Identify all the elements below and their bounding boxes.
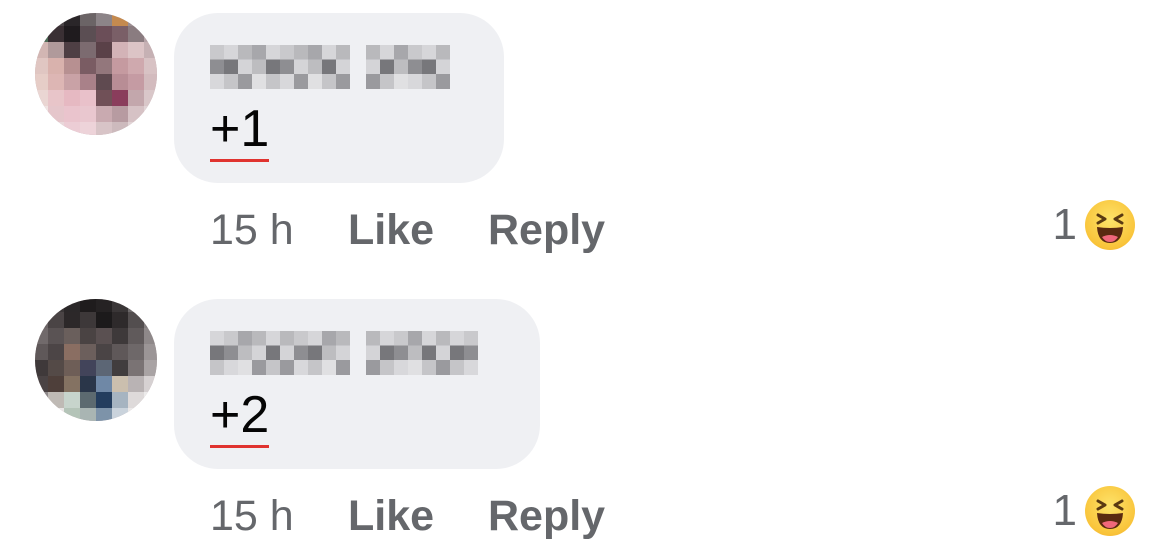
reaction-summary[interactable]: 1 [1053,484,1135,538]
reaction-summary[interactable]: 1 [1053,198,1135,252]
comment-text: +1 [210,99,270,162]
comment: +1 15 h Like Reply 1 [0,0,1170,260]
comment-text: +2 [210,385,270,448]
comment-actions: 15 h Like Reply [210,486,605,546]
comment-actions: 15 h Like Reply [210,200,605,260]
comment-bubble: +2 [174,299,540,469]
reaction-count: 1 [1052,200,1077,249]
author-name-redacted[interactable] [210,331,478,375]
haha-emoji-icon [1085,486,1135,536]
haha-emoji-icon [1085,200,1135,250]
like-button[interactable]: Like [348,492,488,541]
avatar-image [35,299,157,421]
avatar[interactable] [35,299,157,421]
author-name-redacted[interactable] [210,45,450,89]
timestamp[interactable]: 15 h [210,492,348,541]
reply-button[interactable]: Reply [488,206,605,255]
reaction-count: 1 [1052,486,1077,535]
comment: +2 15 h Like Reply 1 [0,286,1170,546]
like-button[interactable]: Like [348,206,488,255]
timestamp[interactable]: 15 h [210,206,348,255]
comment-bubble: +1 [174,13,504,183]
reply-button[interactable]: Reply [488,492,605,541]
avatar-image [35,13,157,135]
avatar[interactable] [35,13,157,135]
